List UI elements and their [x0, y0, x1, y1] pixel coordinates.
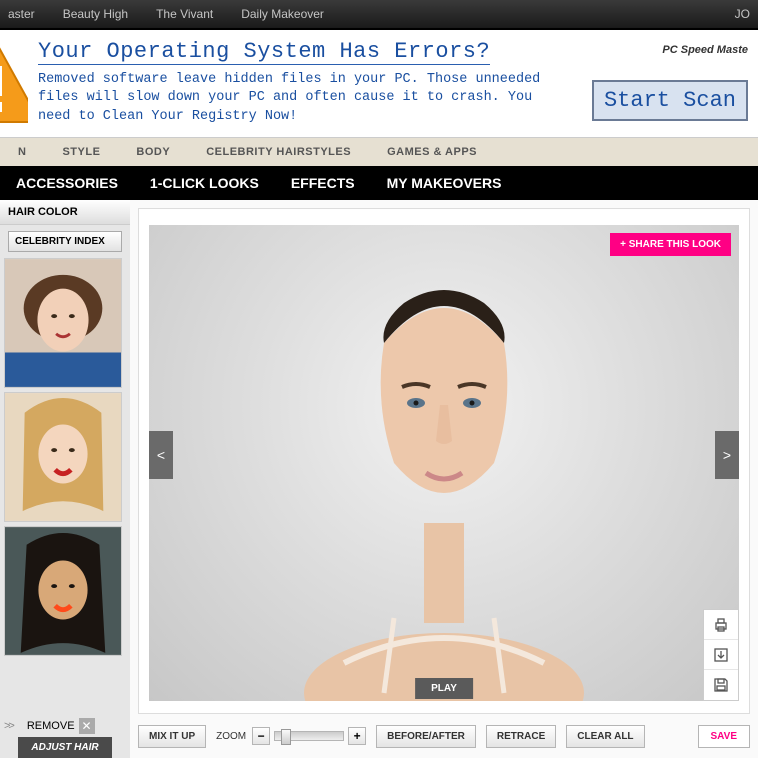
prev-button[interactable]: <	[149, 431, 173, 479]
zoom-label: ZOOM	[216, 731, 246, 742]
nav2-item[interactable]: ACCESSORIES	[0, 175, 134, 191]
remove-label: REMOVE	[27, 720, 75, 732]
sidebar: HAIR COLOR CELEBRITY INDEX >> REMOVE ✕ A…	[0, 200, 130, 758]
nav1-item[interactable]: CELEBRITY HAIRSTYLES	[188, 146, 369, 158]
warning-icon	[0, 42, 28, 124]
ad-brand: PC Speed Maste	[662, 44, 748, 56]
nav1-item[interactable]: GAMES & APPS	[369, 146, 495, 158]
celebrity-index-button[interactable]: CELEBRITY INDEX	[8, 231, 122, 252]
next-button[interactable]: >	[715, 431, 739, 479]
zoom-slider-thumb[interactable]	[281, 729, 291, 745]
play-button[interactable]: PLAY	[415, 678, 473, 699]
print-icon[interactable]	[704, 610, 738, 640]
canvas-container: + SHARE THIS LOOK < > PLAY	[138, 208, 750, 714]
top-link[interactable]: Beauty High	[63, 7, 128, 21]
share-look-button[interactable]: + SHARE THIS LOOK	[610, 233, 731, 256]
save-button[interactable]: SAVE	[698, 725, 751, 748]
nav1-item[interactable]: STYLE	[44, 146, 118, 158]
celebrity-thumbnail[interactable]	[4, 526, 122, 656]
nav-secondary: ACCESSORIES 1-CLICK LOOKS EFFECTS MY MAK…	[0, 166, 758, 200]
bottom-toolbar: MIX IT UP ZOOM − + BEFORE/AFTER RETRACE …	[138, 722, 750, 750]
ad-title: Your Operating System Has Errors?	[38, 39, 490, 65]
before-after-button[interactable]: BEFORE/AFTER	[376, 725, 476, 748]
nav2-item[interactable]: EFFECTS	[275, 175, 371, 191]
sidebar-title: HAIR COLOR	[0, 200, 130, 225]
celebrity-thumbnail[interactable]	[4, 392, 122, 522]
nav2-item[interactable]: MY MAKEOVERS	[371, 175, 518, 191]
clear-all-button[interactable]: CLEAR ALL	[566, 725, 644, 748]
top-site-bar: aster Beauty High The Vivant Daily Makeo…	[0, 0, 758, 30]
zoom-slider[interactable]	[274, 731, 344, 741]
vertical-toolbar	[703, 609, 739, 701]
ad-banner: Your Operating System Has Errors? Remove…	[0, 30, 758, 138]
zoom-out-button[interactable]: −	[252, 727, 270, 745]
nav2-item[interactable]: 1-CLICK LOOKS	[134, 175, 275, 191]
top-link[interactable]: Daily Makeover	[241, 7, 324, 21]
model-canvas[interactable]	[149, 225, 739, 701]
start-scan-button[interactable]: Start Scan	[592, 80, 748, 121]
nav1-item[interactable]: BODY	[118, 146, 188, 158]
main-area: + SHARE THIS LOOK < > PLAY MIX IT UP ZOO…	[130, 200, 758, 758]
celebrity-thumbnail[interactable]	[4, 258, 122, 388]
model-illustration	[284, 263, 604, 701]
save-disk-icon[interactable]	[704, 670, 738, 700]
top-link[interactable]: aster	[8, 7, 35, 21]
remove-button[interactable]: ✕	[79, 718, 95, 734]
ad-body: Removed software leave hidden files in y…	[38, 71, 558, 126]
nav-primary: N STYLE BODY CELEBRITY HAIRSTYLES GAMES …	[0, 138, 758, 166]
arrows-icon: >>	[4, 720, 13, 732]
download-icon[interactable]	[704, 640, 738, 670]
mix-it-up-button[interactable]: MIX IT UP	[138, 725, 206, 748]
remove-row: >> REMOVE ✕	[0, 714, 130, 734]
adjust-hair-button[interactable]: ADJUST HAIR	[18, 737, 112, 758]
top-link[interactable]: The Vivant	[156, 7, 213, 21]
retrace-button[interactable]: RETRACE	[486, 725, 556, 748]
zoom-in-button[interactable]: +	[348, 727, 366, 745]
top-right-text[interactable]: JO	[735, 7, 750, 21]
nav1-item[interactable]: N	[0, 146, 44, 158]
